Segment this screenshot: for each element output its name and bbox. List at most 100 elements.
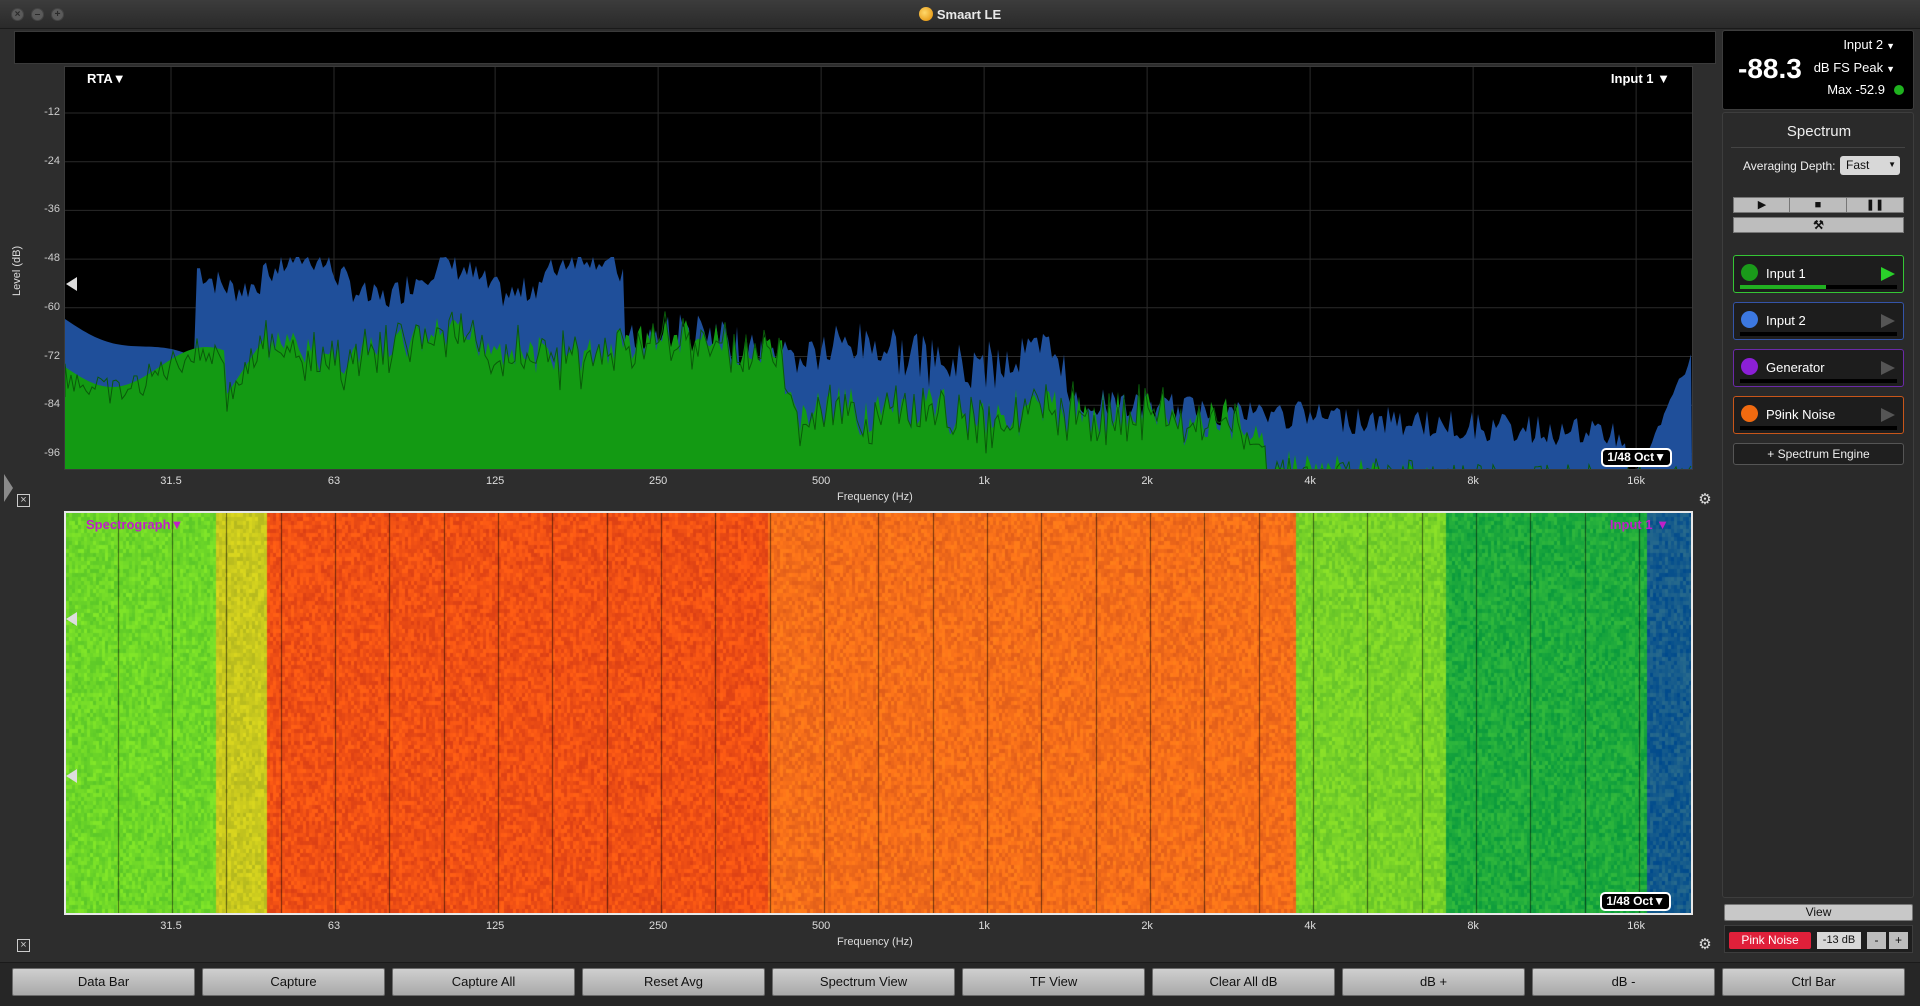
rta-plot[interactable]: RTA▼ Input 1 ▼ 1/48 Oct▼ (64, 66, 1693, 470)
spectrograph-tag-label: Spectrograph (86, 517, 171, 532)
command-button-clear-all-db[interactable]: Clear All dB (1152, 968, 1335, 996)
rta-settings-gear-icon[interactable]: ⚙ (1697, 492, 1713, 508)
rta-tag-label: RTA (87, 71, 113, 86)
measurement-color-dot-icon (1741, 405, 1758, 422)
plot-toolbar-strip (14, 31, 1716, 64)
command-bar: Data Bar Capture Capture All Reset Avg Spect… (0, 962, 1920, 1006)
app-title: Smaart LE (936, 7, 1002, 22)
rta-y-tick: -24 (44, 154, 60, 167)
measurement-color-dot-icon (1741, 311, 1758, 328)
level-meter[interactable]: -88.3 Input 2 ▼ dB FS Peak ▼ Max -52.9 (1722, 30, 1914, 110)
add-spectrum-engine-button[interactable]: + Spectrum Engine (1733, 443, 1904, 465)
spectrum-control-panel: Spectrum Averaging Depth: Fast ▼ ▶ ■ ❚❚ ⚒… (1722, 112, 1914, 898)
generator-increase-button[interactable]: + (1889, 932, 1908, 949)
averaging-depth-select[interactable]: Fast ▼ (1840, 156, 1900, 175)
window-title: Smaart LE (0, 7, 1920, 22)
rta-y-tick: -84 (44, 398, 60, 411)
app-logo-icon (918, 7, 933, 21)
measurement-input-2[interactable]: Input 2 (1733, 302, 1904, 340)
measurement-input-1[interactable]: Input 1 (1733, 255, 1904, 293)
measurement-name: Input 1 (1766, 266, 1806, 281)
title-bar: × – + Smaart LE (0, 0, 1920, 29)
stop-icon: ■ (1814, 199, 1822, 211)
measurement-p9ink-noise[interactable]: P9ink Noise (1733, 396, 1904, 434)
spectrograph-input-label: Input 1 (1609, 517, 1653, 532)
tools-button[interactable]: ⚒ (1733, 217, 1904, 233)
rta-input-selector[interactable]: Input 1 ▼ (1611, 71, 1670, 86)
measurement-name: P9ink Noise (1766, 407, 1836, 422)
generator-decrease-button[interactable]: - (1867, 932, 1886, 949)
chevron-down-icon: ▼ (1653, 71, 1670, 86)
spectrograph-upper-threshold-icon[interactable] (66, 612, 77, 626)
spectrograph-plot[interactable]: Spectrograph▼ Input 1 ▼ 1/48 Oct▼ (64, 511, 1693, 915)
x-tick-label: 1k (978, 920, 990, 932)
x-tick-label: 31.5 (160, 475, 182, 487)
generator-strip: Pink Noise -13 dB - + (1724, 925, 1913, 953)
command-button-spectrum-view[interactable]: Spectrum View (772, 968, 955, 996)
x-tick-label: 16k (1627, 920, 1645, 932)
x-tick-label: 8k (1467, 920, 1479, 932)
command-button-reset-avg[interactable]: Reset Avg (582, 968, 765, 996)
spectrograph-lower-threshold-icon[interactable] (66, 769, 77, 783)
play-icon: ▶ (1757, 199, 1767, 211)
measurement-color-dot-icon (1741, 264, 1758, 281)
play-icon[interactable] (1881, 361, 1895, 375)
x-tick-label: 63 (327, 920, 341, 932)
play-icon[interactable] (1881, 267, 1895, 281)
meter-input-selector[interactable]: Input 2 ▼ (1843, 37, 1895, 52)
meter-unit-label: dB FS Peak (1813, 60, 1884, 75)
meter-unit-selector[interactable]: dB FS Peak ▼ (1814, 60, 1895, 75)
rta-x-axis-label: Frequency (Hz) (837, 491, 913, 503)
pause-icon: ❚❚ (1865, 199, 1885, 211)
rta-level-marker-icon[interactable] (66, 277, 77, 291)
meter-max: Max -52.9 (1827, 82, 1885, 97)
x-tick-label: 31.5 (160, 920, 182, 932)
rta-input-label: Input 1 (1610, 71, 1654, 86)
command-button-capture-all[interactable]: Capture All (392, 968, 575, 996)
divider (1731, 147, 1905, 148)
pink-noise-button[interactable]: Pink Noise (1729, 932, 1811, 949)
play-button[interactable]: ▶ (1733, 197, 1791, 213)
x-tick-label: 4k (1304, 475, 1316, 487)
close-plot-icon[interactable]: × (17, 494, 30, 507)
rta-y-tick: -36 (44, 203, 60, 216)
stop-button[interactable]: ■ (1789, 197, 1847, 213)
view-button[interactable]: View (1724, 904, 1913, 921)
averaging-depth-label: Averaging Depth: (1743, 159, 1836, 173)
pause-button[interactable]: ❚❚ (1846, 197, 1904, 213)
spectrograph-octave-label: 1/48 Oct (1606, 894, 1654, 908)
command-button-ctrl-bar[interactable]: Ctrl Bar (1722, 968, 1905, 996)
spectrograph-settings-gear-icon[interactable]: ⚙ (1697, 937, 1713, 953)
spectrograph-type-selector[interactable]: Spectrograph▼ (86, 517, 183, 532)
x-tick-label: 250 (648, 475, 668, 487)
close-plot-icon[interactable]: × (17, 939, 30, 952)
chevron-down-icon: ▼ (170, 517, 184, 532)
rta-y-tick: -72 (44, 349, 60, 362)
command-button-data-bar[interactable]: Data Bar (12, 968, 195, 996)
x-tick-label: 500 (811, 475, 831, 487)
sidebar-expand-handle-icon[interactable] (4, 474, 13, 502)
chevron-down-icon: ▼ (1888, 160, 1896, 169)
meter-input-label: Input 2 (1843, 37, 1884, 52)
rta-octave-selector[interactable]: 1/48 Oct▼ (1601, 448, 1672, 467)
measurement-name: Input 2 (1766, 313, 1806, 328)
rta-plot-type-selector[interactable]: RTA▼ (87, 71, 126, 86)
x-tick-label: 1k (978, 475, 990, 487)
status-indicator-icon (1894, 85, 1904, 95)
measurement-level-bar (1740, 285, 1897, 289)
chevron-down-icon: ▼ (1652, 517, 1669, 532)
measurement-generator[interactable]: Generator (1733, 349, 1904, 387)
spectrograph-input-selector[interactable]: Input 1 ▼ (1610, 517, 1669, 532)
command-button-tf-view[interactable]: TF View (962, 968, 1145, 996)
play-icon[interactable] (1881, 408, 1895, 422)
command-button-db[interactable]: dB - (1532, 968, 1715, 996)
smaart-window: × – + Smaart LE Level (dB) -12 -24 -36 -48-… (0, 0, 1920, 1006)
measurement-name: Generator (1766, 360, 1825, 375)
chevron-down-icon: ▼ (1654, 450, 1666, 464)
command-button-db[interactable]: dB + (1342, 968, 1525, 996)
play-icon[interactable] (1881, 314, 1895, 328)
spectrograph-octave-selector[interactable]: 1/48 Oct▼ (1600, 892, 1671, 911)
command-button-capture[interactable]: Capture (202, 968, 385, 996)
generator-level: -13 dB (1817, 932, 1861, 949)
measurement-level-bar (1740, 379, 1897, 383)
